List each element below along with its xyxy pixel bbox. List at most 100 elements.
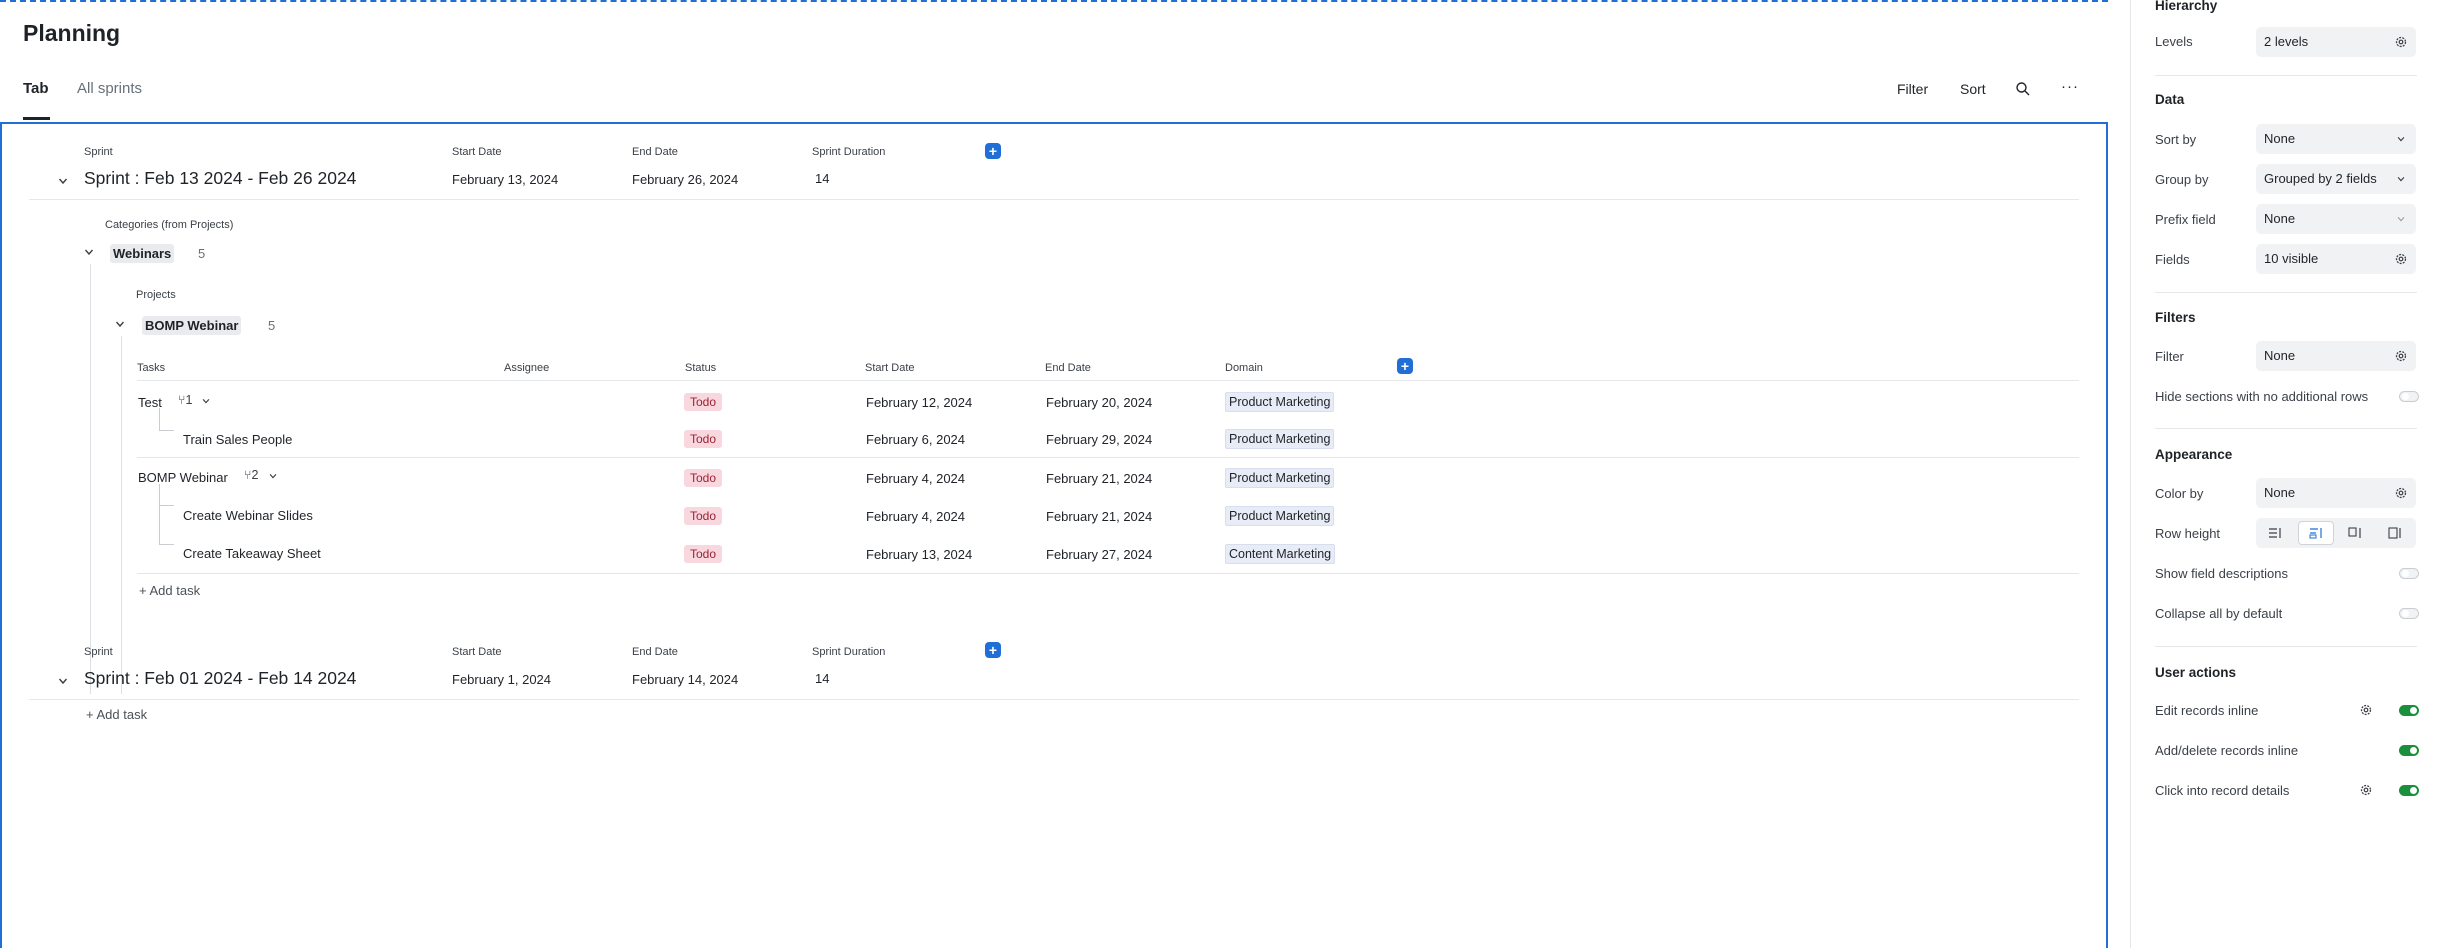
sprint-name[interactable]: Sprint : Feb 13 2024 - Feb 26 2024 bbox=[84, 168, 356, 189]
fields-select[interactable]: 10 visible bbox=[2256, 244, 2416, 274]
group-by-select[interactable]: Grouped by 2 fields bbox=[2256, 164, 2416, 194]
subtask-name[interactable]: Create Takeaway Sheet bbox=[183, 546, 321, 561]
prefix-field-select[interactable]: None bbox=[2256, 204, 2416, 234]
status-badge[interactable]: Todo bbox=[684, 430, 723, 448]
group-by-value: Grouped by 2 fields bbox=[2264, 171, 2377, 186]
status-badge[interactable]: Todo bbox=[684, 469, 723, 487]
sprint-duration: 14 bbox=[815, 171, 830, 186]
domain-tag[interactable]: Product Marketing bbox=[1225, 506, 1335, 526]
color-by-label: Color by bbox=[2155, 486, 2204, 501]
fields-value: 10 visible bbox=[2264, 251, 2319, 266]
category-chip[interactable]: Webinars bbox=[110, 244, 175, 263]
hierarchy-heading: Hierarchy bbox=[2155, 0, 2218, 13]
tasks-column-header: Tasks bbox=[137, 362, 166, 374]
prefix-field-value: None bbox=[2264, 211, 2296, 226]
selection-border bbox=[0, 0, 2108, 2]
sprint-start-date: February 1, 2024 bbox=[452, 672, 552, 687]
search-icon[interactable] bbox=[2015, 81, 2031, 97]
sort-by-select[interactable]: None bbox=[2256, 124, 2416, 154]
fields-label: Fields bbox=[2155, 252, 2190, 267]
status-badge[interactable]: Todo bbox=[684, 507, 723, 525]
domain-tag[interactable]: Content Marketing bbox=[1225, 544, 1336, 564]
subtask-name[interactable]: Train Sales People bbox=[183, 432, 292, 447]
domain-tag[interactable]: Product Marketing bbox=[1225, 468, 1335, 488]
add-task-label: Add task bbox=[96, 707, 148, 722]
domain-column-header: Domain bbox=[1225, 362, 1263, 374]
chevron-down-icon[interactable] bbox=[83, 246, 95, 258]
hide-sections-label: Hide sections with no additional rows bbox=[2155, 389, 2369, 404]
hide-sections-toggle[interactable] bbox=[2399, 391, 2419, 402]
data-heading: Data bbox=[2155, 92, 2185, 107]
start-date-column-header: Start Date bbox=[865, 362, 915, 374]
collapse-all-toggle[interactable] bbox=[2399, 608, 2419, 619]
task-end-date: February 27, 2024 bbox=[1046, 547, 1153, 562]
divider bbox=[29, 199, 2079, 200]
gear-icon[interactable] bbox=[2359, 703, 2373, 717]
gear-icon bbox=[2395, 350, 2407, 362]
sprint-name[interactable]: Sprint : Feb 01 2024 - Feb 14 2024 bbox=[84, 668, 356, 689]
status-column-header: Status bbox=[685, 362, 717, 374]
row-height-extra-tall-icon[interactable] bbox=[2388, 527, 2402, 539]
more-options-icon[interactable]: ··· bbox=[2061, 78, 2079, 95]
chevron-down-icon[interactable] bbox=[57, 675, 69, 687]
subtask-name[interactable]: Create Webinar Slides bbox=[183, 508, 313, 523]
subtask-count[interactable]: ⑂1 bbox=[178, 393, 192, 407]
active-tab-indicator bbox=[23, 117, 50, 120]
chevron-down-icon[interactable] bbox=[57, 175, 69, 187]
click-into-details-toggle[interactable] bbox=[2399, 785, 2419, 796]
tree-line bbox=[159, 484, 160, 544]
add-field-button[interactable]: + bbox=[985, 642, 1001, 658]
sprint-end-date: February 14, 2024 bbox=[632, 672, 739, 687]
filter-select[interactable]: None bbox=[2256, 341, 2416, 371]
sprint-field-label: Sprint bbox=[84, 146, 113, 158]
end-date-column-header: End Date bbox=[1045, 362, 1091, 374]
edit-inline-toggle[interactable] bbox=[2399, 705, 2419, 716]
add-delete-inline-toggle[interactable] bbox=[2399, 745, 2419, 756]
add-task-button[interactable]: + Add task bbox=[86, 707, 147, 722]
gear-icon bbox=[2395, 487, 2407, 499]
category-count: 5 bbox=[198, 246, 206, 261]
tab-tab[interactable]: Tab bbox=[23, 80, 49, 97]
domain-tag[interactable]: Product Marketing bbox=[1225, 429, 1335, 449]
filter-button[interactable]: Filter bbox=[1897, 81, 1928, 97]
row-height-short-icon[interactable] bbox=[2268, 527, 2282, 539]
levels-select[interactable]: 2 levels bbox=[2256, 27, 2416, 57]
divider bbox=[29, 699, 2079, 700]
divider bbox=[137, 457, 2079, 458]
show-descriptions-toggle[interactable] bbox=[2399, 568, 2419, 579]
click-into-details-label: Click into record details bbox=[2155, 783, 2290, 798]
sort-button[interactable]: Sort bbox=[1960, 81, 1986, 97]
divider bbox=[2155, 428, 2417, 429]
chevron-down-icon[interactable] bbox=[268, 471, 278, 481]
sort-by-value: None bbox=[2264, 131, 2296, 146]
chevron-down-icon[interactable] bbox=[201, 396, 211, 406]
project-chip[interactable]: BOMP Webinar bbox=[142, 316, 242, 335]
task-name[interactable]: BOMP Webinar bbox=[138, 470, 228, 485]
color-by-select[interactable]: None bbox=[2256, 478, 2416, 508]
add-task-button[interactable]: + Add task bbox=[139, 583, 200, 598]
status-badge[interactable]: Todo bbox=[684, 393, 723, 411]
status-badge[interactable]: Todo bbox=[684, 545, 723, 563]
sprint-start-date: February 13, 2024 bbox=[452, 172, 559, 187]
domain-tag[interactable]: Product Marketing bbox=[1225, 392, 1335, 412]
row-height-tall-icon[interactable] bbox=[2348, 527, 2362, 539]
divider bbox=[497, 380, 2079, 381]
add-field-button[interactable]: + bbox=[985, 143, 1001, 159]
collapse-all-label: Collapse all by default bbox=[2155, 606, 2283, 621]
chevron-down-icon[interactable] bbox=[114, 318, 126, 330]
gear-icon bbox=[2395, 36, 2407, 48]
chevron-down-icon bbox=[2397, 176, 2405, 182]
category-field-label: Categories (from Projects) bbox=[105, 219, 234, 231]
add-field-button[interactable]: + bbox=[1397, 358, 1413, 374]
group-by-label: Group by bbox=[2155, 172, 2209, 187]
divider bbox=[2155, 646, 2417, 647]
subtask-count[interactable]: ⑂2 bbox=[244, 468, 258, 482]
row-height-medium-option[interactable] bbox=[2298, 521, 2334, 545]
project-count: 5 bbox=[268, 318, 276, 333]
add-delete-inline-label: Add/delete records inline bbox=[2155, 743, 2299, 758]
show-descriptions-label: Show field descriptions bbox=[2155, 566, 2288, 581]
tab-all-sprints[interactable]: All sprints bbox=[77, 80, 142, 97]
gear-icon[interactable] bbox=[2359, 783, 2373, 797]
subtask-icon: ⑂ bbox=[178, 393, 186, 407]
divider bbox=[137, 573, 2079, 574]
